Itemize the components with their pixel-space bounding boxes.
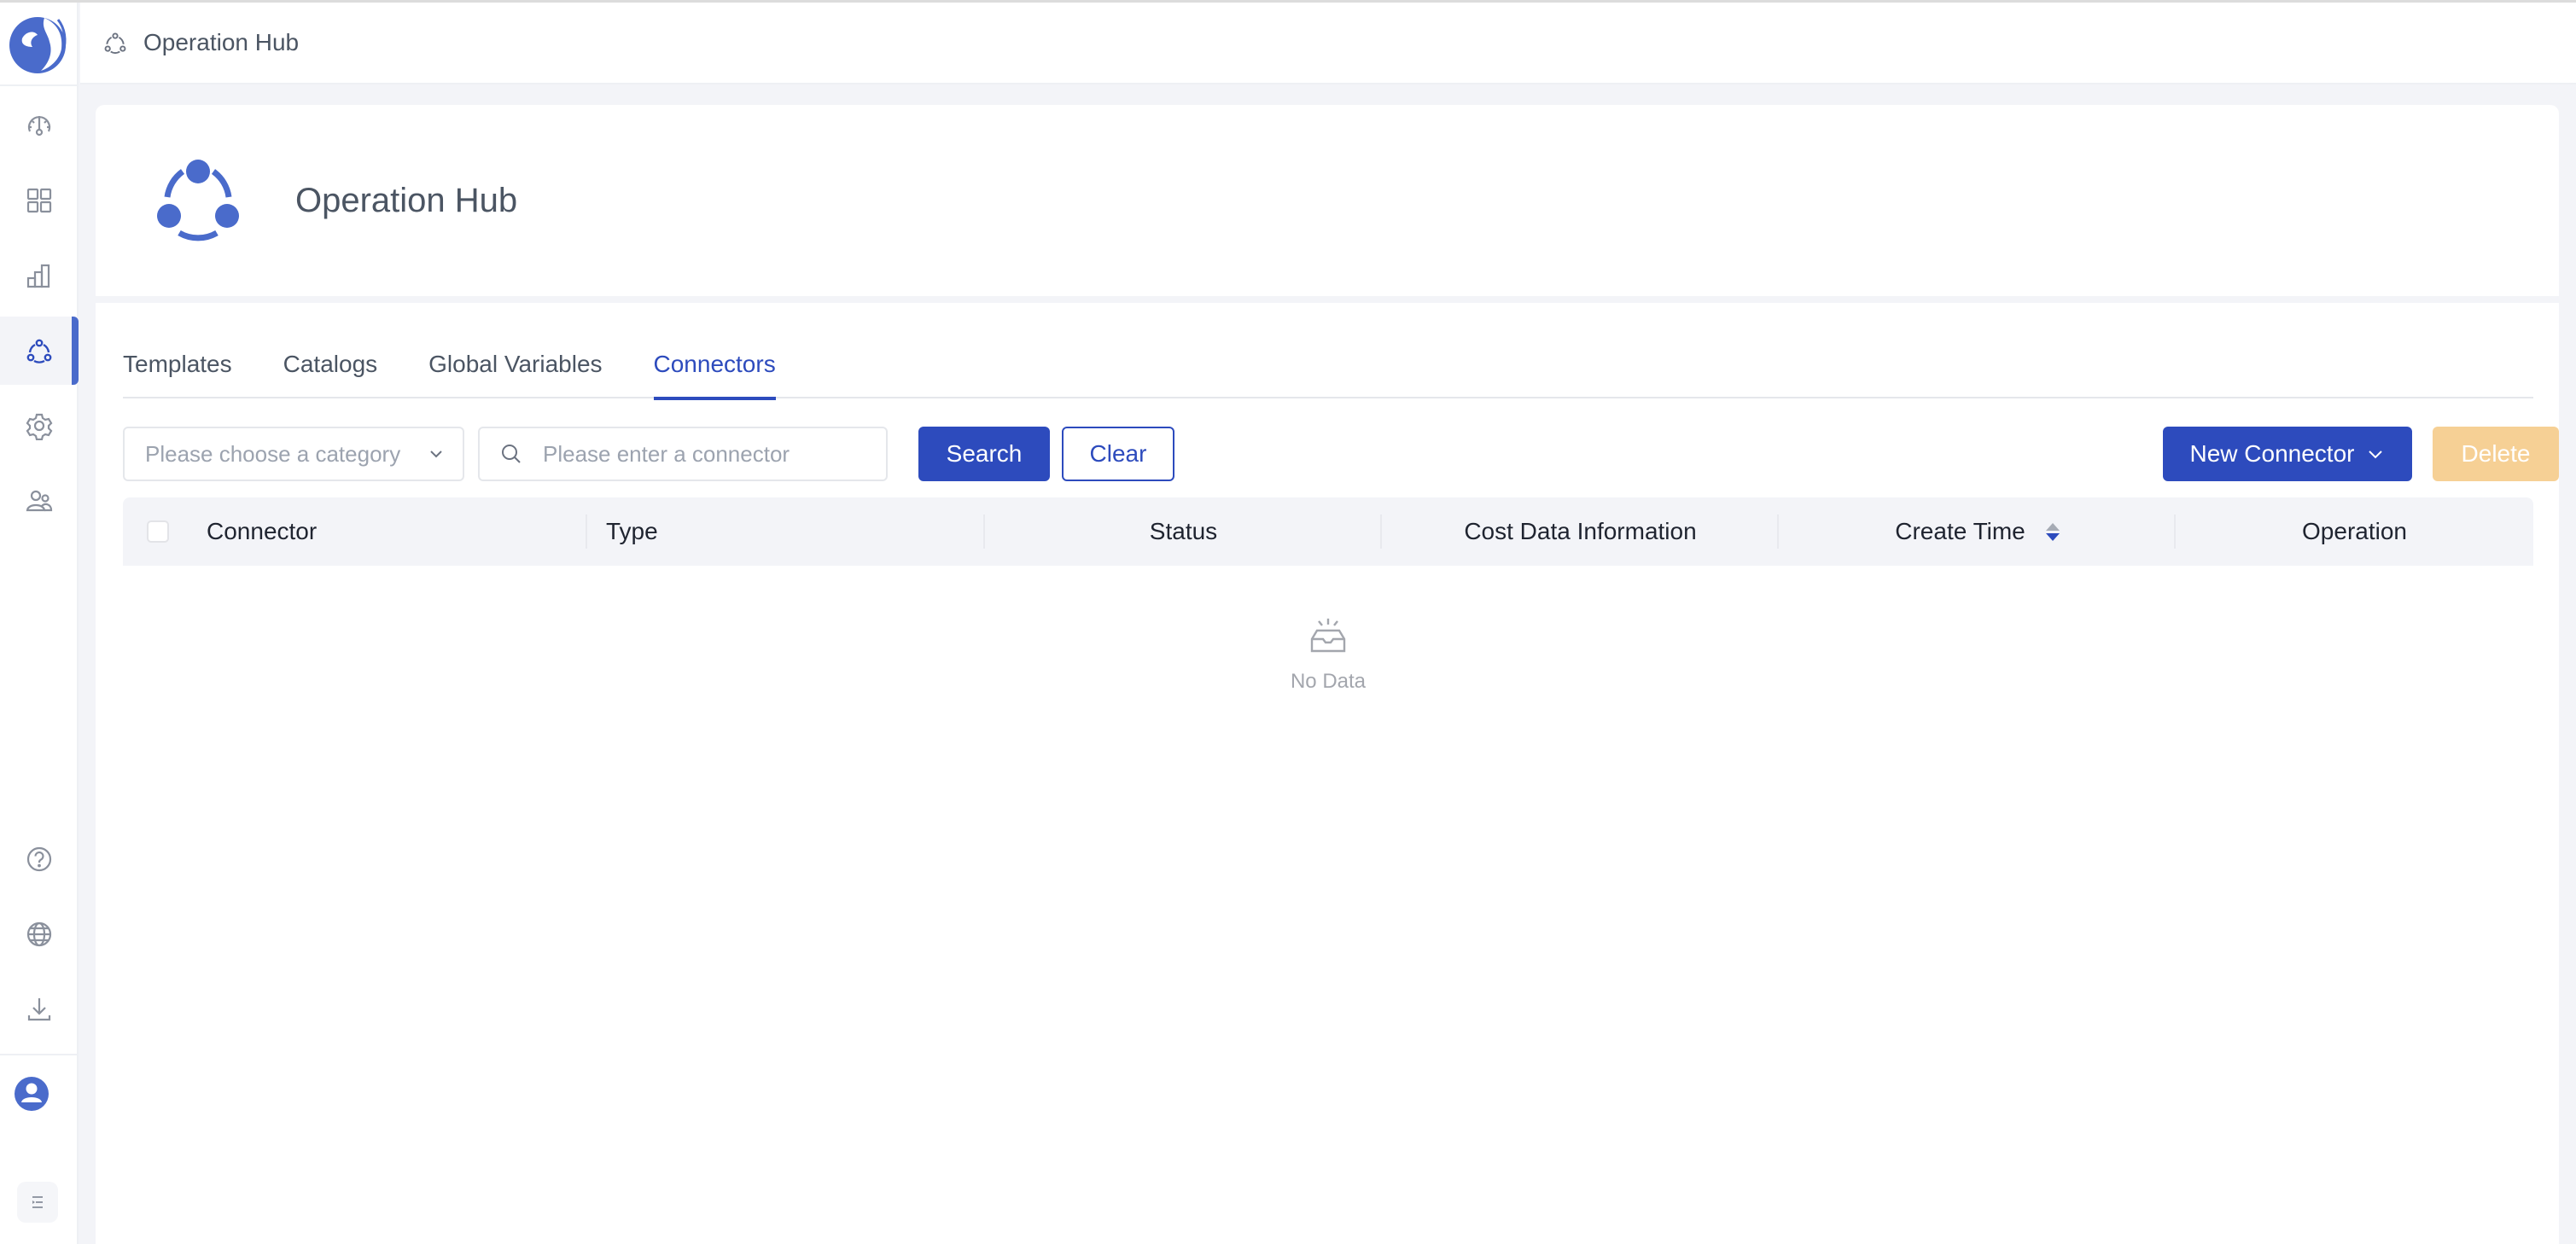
app-window: Operation Hub Operation Hub Templates Ca… — [0, 0, 2576, 1244]
category-select-placeholder: Please choose a category — [145, 440, 401, 467]
sort-icon[interactable] — [2045, 522, 2060, 541]
column-type: Type — [587, 497, 985, 566]
sidebar-divider — [0, 1054, 79, 1055]
tab-connectors[interactable]: Connectors — [653, 347, 776, 400]
column-header-label: Status — [1149, 518, 1218, 544]
table-header: Connector Type Status Cost Data Informat… — [123, 497, 2533, 566]
sidebar-divider — [0, 84, 79, 86]
tab-catalogs[interactable]: Catalogs — [283, 347, 378, 398]
top-bar: Operation Hub — [80, 3, 2576, 84]
sidebar-item-applications[interactable] — [0, 166, 79, 235]
sidebar-item-users[interactable] — [0, 467, 79, 535]
users-icon — [26, 490, 53, 512]
download-icon — [27, 998, 51, 1021]
sidebar-item-help[interactable] — [0, 825, 79, 893]
sidebar-item-download[interactable] — [0, 975, 79, 1043]
collapse-sidebar-button[interactable] — [17, 1182, 58, 1223]
bar-chart-icon — [26, 264, 50, 288]
connectors-table: Connector Type Status Cost Data Informat… — [123, 497, 2533, 693]
user-avatar[interactable] — [14, 1076, 50, 1112]
dashboard-gauge-icon — [27, 116, 51, 137]
sidebar-item-dashboard[interactable] — [0, 91, 79, 160]
sidebar-item-analytics[interactable] — [0, 241, 79, 310]
search-button[interactable]: Search — [918, 427, 1050, 481]
chevron-down-icon — [2369, 451, 2383, 459]
breadcrumb-title: Operation Hub — [143, 29, 300, 55]
new-connector-button[interactable]: New Connector — [2163, 427, 2412, 481]
operation-hub-icon — [26, 339, 52, 363]
page-title: Operation Hub — [295, 181, 518, 219]
chevron-down-icon — [430, 451, 442, 458]
apps-grid-icon — [26, 188, 52, 213]
column-operation: Operation — [2176, 497, 2533, 566]
column-create-time[interactable]: Create Time — [1779, 497, 2176, 566]
connectors-panel: Templates Catalogs Global Variables Conn… — [96, 303, 2559, 1244]
sidebar-item-language[interactable] — [0, 900, 79, 968]
tab-bar: Templates Catalogs Global Variables Conn… — [123, 347, 2533, 400]
operation-hub-icon — [104, 32, 126, 54]
gear-icon — [26, 413, 53, 440]
column-header-label: Connector — [207, 518, 318, 544]
sidebar — [0, 3, 79, 1244]
new-connector-label: New Connector — [2189, 440, 2355, 467]
operation-hub-icon — [157, 160, 239, 241]
collapse-menu-icon — [32, 1196, 43, 1208]
select-all-checkbox[interactable] — [147, 520, 169, 543]
sidebar-item-operation-hub[interactable] — [0, 317, 79, 385]
clear-button[interactable]: Clear — [1062, 427, 1174, 481]
connector-search-field — [478, 427, 888, 481]
tab-templates[interactable]: Templates — [123, 347, 232, 398]
column-cost-data: Cost Data Information — [1382, 497, 1779, 566]
user-avatar-icon — [15, 1077, 49, 1111]
filter-toolbar: Please choose a category Search Clear Ne… — [123, 427, 2559, 481]
category-select[interactable]: Please choose a category — [123, 427, 464, 481]
globe-icon — [26, 921, 52, 947]
tab-global-variables[interactable]: Global Variables — [428, 347, 602, 398]
company-logo[interactable] — [7, 11, 68, 76]
column-connector: Connector — [123, 497, 587, 566]
delete-button[interactable]: Delete — [2433, 427, 2559, 481]
empty-state: No Data — [123, 566, 2533, 753]
sidebar-item-settings[interactable] — [0, 392, 79, 460]
search-icon — [502, 445, 521, 463]
empty-inbox-icon — [1310, 619, 1346, 653]
empty-state-text: No Data — [1290, 670, 1367, 693]
help-icon — [26, 846, 52, 872]
column-header-label: Type — [606, 518, 658, 544]
column-header-label: Create Time — [1895, 518, 2025, 544]
page-header-card: Operation Hub — [96, 105, 2559, 296]
connector-search-input[interactable] — [543, 440, 867, 468]
column-header-label: Operation — [2302, 518, 2407, 544]
column-status: Status — [985, 497, 1382, 566]
column-header-label: Cost Data Information — [1464, 518, 1697, 544]
